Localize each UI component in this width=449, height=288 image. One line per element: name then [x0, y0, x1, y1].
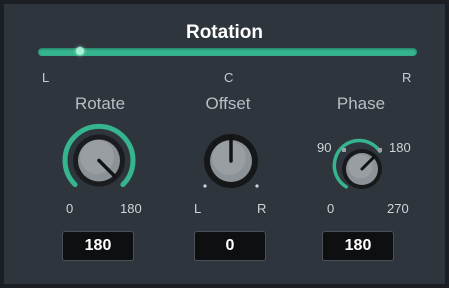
phase-marker-180 [378, 148, 382, 152]
rotate-value-field[interactable]: 180 [62, 231, 134, 261]
slider-label-right: R [402, 70, 412, 85]
phase-label: Phase [336, 94, 386, 113]
offset-min-label: L [194, 201, 202, 216]
rotation-panel: Rotation L C R Rotate 0 180 180 Offset L… [0, 0, 449, 288]
phase-label-0: 0 [327, 201, 335, 216]
slider-thumb[interactable] [75, 47, 84, 55]
offset-label: Offset [205, 94, 251, 113]
phase-label-90: 90 [317, 140, 332, 155]
rotate-max-label: 180 [120, 201, 142, 216]
phase-knob[interactable] [328, 135, 396, 203]
rotate-knob[interactable] [58, 123, 140, 201]
panel-title: Rotation [185, 22, 264, 43]
phase-label-270: 270 [387, 201, 409, 216]
rotate-label: Rotate [74, 94, 126, 113]
phase-value-field[interactable]: 180 [322, 231, 394, 261]
slider-label-left: L [42, 70, 50, 85]
rotation-slider[interactable] [38, 47, 417, 56]
slider-label-center: C [224, 70, 234, 85]
offset-value-field[interactable]: 0 [194, 231, 266, 261]
phase-label-180: 180 [389, 140, 411, 155]
phase-marker-90 [342, 148, 346, 152]
rotate-min-label: 0 [66, 201, 74, 216]
offset-max-label: R [257, 201, 267, 216]
offset-knob[interactable] [190, 120, 272, 202]
